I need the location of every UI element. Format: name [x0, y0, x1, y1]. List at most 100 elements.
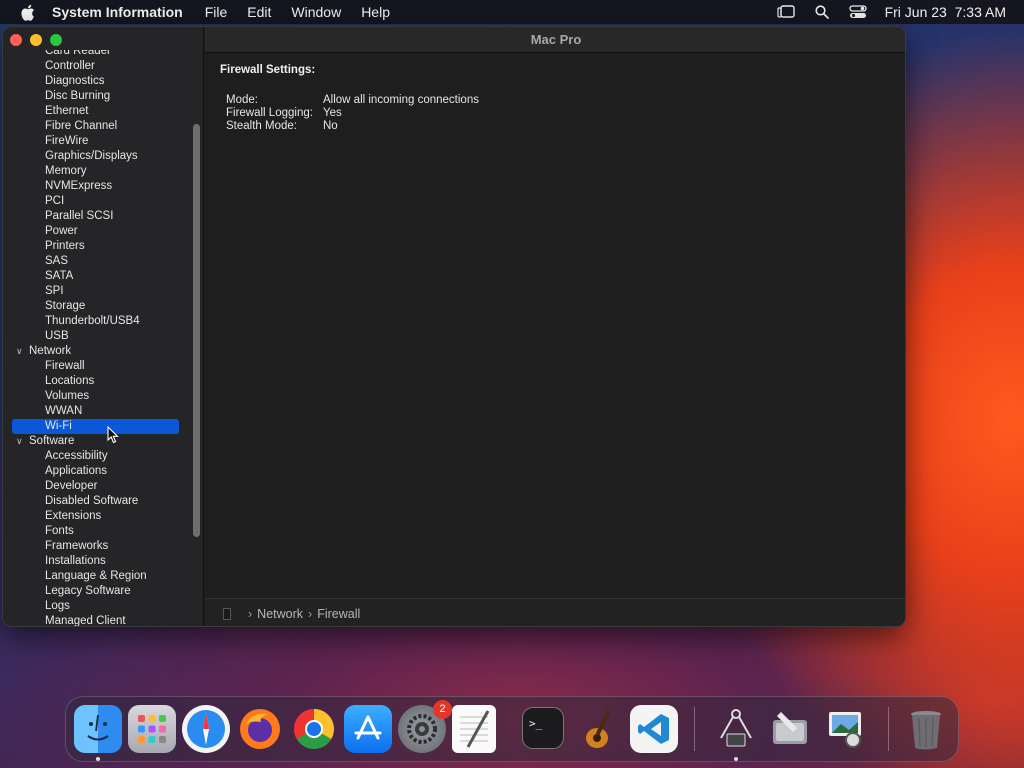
menu-help[interactable]: Help [361, 4, 390, 20]
stage-manager-icon[interactable] [776, 4, 795, 20]
sidebar-item-label: Accessibility [45, 450, 108, 462]
chrome-icon[interactable] [290, 705, 338, 753]
mouse-pointer-icon [107, 425, 119, 447]
svg-text:>_: >_ [529, 717, 543, 730]
chevron-down-icon[interactable]: ∨ [16, 434, 23, 449]
sidebar-item-controller[interactable]: Controller [3, 59, 203, 74]
sidebar-item-developer[interactable]: Developer [3, 479, 203, 494]
sidebar: Card Reader Controller Diagnostics Disc Bur… [3, 27, 204, 627]
sidebar-item-legacy-software[interactable]: Legacy Software [3, 584, 203, 599]
sidebar-item-frameworks[interactable]: Frameworks [3, 539, 203, 554]
sidebar-item-network[interactable]: ∨ Network [3, 344, 203, 359]
sidebar-item-ethernet[interactable]: Ethernet [3, 104, 203, 119]
close-button[interactable] [10, 34, 22, 46]
control-center-icon[interactable] [848, 4, 867, 20]
sidebar-item-software[interactable]: ∨ Software [3, 434, 203, 449]
running-indicator [96, 757, 100, 761]
sidebar-item-language-region[interactable]: Language & Region [3, 569, 203, 584]
sidebar-item-fonts[interactable]: Fonts [3, 524, 203, 539]
apple-menu-icon[interactable] [18, 3, 36, 21]
minimize-button[interactable] [30, 34, 42, 46]
path-item-firewall[interactable]: Firewall [317, 607, 360, 621]
sidebar-item-label: Wi-Fi [45, 420, 72, 432]
system-settings-icon[interactable]: 2 [398, 700, 452, 753]
sidebar-item-accessibility[interactable]: Accessibility [3, 449, 203, 464]
firefox-icon[interactable] [236, 705, 284, 753]
chevron-down-icon[interactable]: ∨ [16, 344, 23, 359]
menu-file[interactable]: File [205, 4, 228, 20]
sidebar-item-wi-fi[interactable]: Wi-Fi [3, 419, 203, 434]
sidebar-item-volumes[interactable]: Volumes [3, 389, 203, 404]
sidebar-item-nvmexpress[interactable]: NVMExpress [3, 179, 203, 194]
preview-icon[interactable] [820, 705, 868, 753]
sidebar-item-label: Controller [45, 60, 95, 72]
mac-pro-icon[interactable] [223, 607, 231, 620]
sidebar-item-card-reader[interactable]: Card Reader [3, 50, 203, 59]
sidebar-item-extensions[interactable]: Extensions [3, 509, 203, 524]
sidebar-item-firewall[interactable]: Firewall [3, 359, 203, 374]
sidebar-item-storage[interactable]: Storage [3, 299, 203, 314]
system-information-icon[interactable] [712, 705, 760, 761]
app-store-icon[interactable] [344, 705, 392, 753]
menu-edit[interactable]: Edit [247, 4, 271, 20]
sidebar-item-label: Graphics/Displays [45, 150, 138, 162]
sidebar-item-label: Fibre Channel [45, 120, 118, 132]
sidebar-item-installations[interactable]: Installations [3, 554, 203, 569]
detail-row: Firewall Logging: Yes [226, 107, 479, 120]
sidebar-item-label: Printers [45, 240, 85, 252]
garageband-icon[interactable] [576, 705, 624, 753]
sidebar-item-label: Managed Client [45, 615, 126, 627]
app-menu[interactable]: System Information [52, 4, 183, 20]
window-title: Mac Pro [205, 27, 905, 53]
disk-utility-icon[interactable] [766, 705, 814, 753]
sidebar-item-label: Card Reader [45, 50, 111, 57]
terminal-icon[interactable]: >_ [522, 707, 564, 749]
sidebar-item-label: NVMExpress [45, 180, 113, 192]
sidebar-tree[interactable]: Card Reader Controller Diagnostics Disc Bur… [3, 50, 203, 627]
running-indicator [734, 757, 738, 761]
sidebar-item-spi[interactable]: SPI [3, 284, 203, 299]
dock: 2 >_ [65, 696, 959, 762]
sidebar-item-applications[interactable]: Applications [3, 464, 203, 479]
sidebar-scrollbar[interactable] [193, 124, 200, 537]
sidebar-item-usb[interactable]: USB [3, 329, 203, 344]
sidebar-item-parallel-scsi[interactable]: Parallel SCSI [3, 209, 203, 224]
sidebar-item-diagnostics[interactable]: Diagnostics [3, 74, 203, 89]
detail-key: Stealth Mode: [226, 120, 297, 132]
safari-icon[interactable] [182, 705, 230, 753]
sidebar-item-memory[interactable]: Memory [3, 164, 203, 179]
launchpad-icon[interactable] [128, 705, 176, 753]
detail-value: Yes [323, 107, 342, 119]
sidebar-item-fibre-channel[interactable]: Fibre Channel [3, 119, 203, 134]
sidebar-item-label: Parallel SCSI [45, 210, 114, 222]
spotlight-search-icon[interactable] [813, 4, 831, 20]
detail-row: Mode: Allow all incoming connections [226, 94, 479, 107]
sidebar-item-printers[interactable]: Printers [3, 239, 203, 254]
sidebar-item-label: Frameworks [45, 540, 109, 552]
sidebar-item-sata[interactable]: SATA [3, 269, 203, 284]
zoom-button[interactable] [50, 34, 62, 46]
sidebar-item-pci[interactable]: PCI [3, 194, 203, 209]
textedit-icon[interactable] [452, 705, 496, 753]
sidebar-item-locations[interactable]: Locations [3, 374, 203, 389]
sidebar-item-disc-burning[interactable]: Disc Burning [3, 89, 203, 104]
sidebar-item-sas[interactable]: SAS [3, 254, 203, 269]
menu-bar: System Information File Edit Window Help… [0, 0, 1024, 24]
sidebar-item-wwan[interactable]: WWAN [3, 404, 203, 419]
finder-icon[interactable] [74, 705, 122, 761]
sidebar-item-thunderbolt-usb4[interactable]: Thunderbolt/USB4 [3, 314, 203, 329]
path-item-network[interactable]: Network [257, 607, 303, 621]
menu-window[interactable]: Window [291, 4, 341, 20]
menubar-clock[interactable]: Fri Jun 23 7:33 AM [885, 4, 1006, 20]
sidebar-item-disabled-software[interactable]: Disabled Software [3, 494, 203, 509]
sidebar-item-power[interactable]: Power [3, 224, 203, 239]
sidebar-item-label: Network [29, 345, 72, 357]
vscode-icon[interactable] [630, 705, 678, 753]
trash-icon[interactable] [902, 705, 950, 753]
sidebar-item-label: Developer [45, 480, 98, 492]
sidebar-item-logs[interactable]: Logs [3, 599, 203, 614]
sidebar-item-label: Firewall [45, 360, 85, 372]
sidebar-item-graphics-displays[interactable]: Graphics/Displays [3, 149, 203, 164]
sidebar-item-firewire[interactable]: FireWire [3, 134, 203, 149]
sidebar-item-managed-client[interactable]: Managed Client [3, 614, 203, 627]
